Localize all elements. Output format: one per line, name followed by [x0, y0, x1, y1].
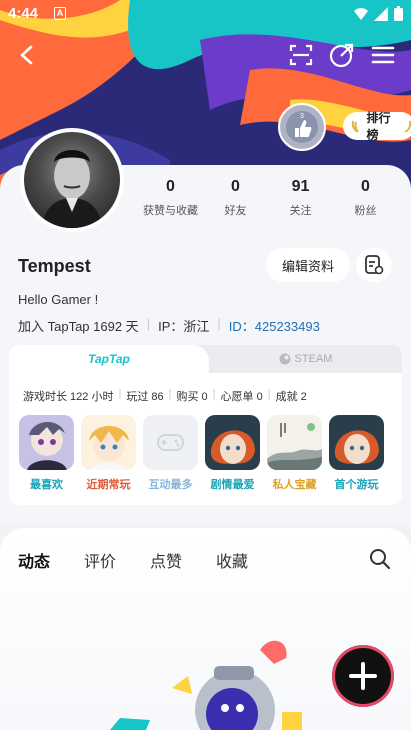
game-label: 互动最多 [148, 479, 193, 491]
game-showcase: 最喜欢 近期常玩 互动最多 剧情最爱 私人宝藏 首个游玩 [19, 415, 384, 492]
tab-reviews[interactable]: 评价 [84, 548, 116, 572]
system-icons [354, 6, 403, 21]
tab-favorites[interactable]: 收藏 [216, 548, 248, 572]
game-recent[interactable]: 近期常玩 [81, 415, 136, 492]
menu-button[interactable] [368, 40, 398, 70]
game-label: 首个游玩 [334, 479, 379, 491]
back-button[interactable] [12, 40, 42, 70]
divider: | [267, 388, 271, 400]
stat-value: 0 [231, 178, 240, 195]
status-time: 4:44 [8, 5, 39, 22]
stat-value: 0 [361, 178, 370, 195]
level-badge[interactable]: 3 [278, 103, 326, 151]
games-panel: TapTap STEAM 游戏时长 122 小时 | 玩过 86 | 购买 0 | 心… [9, 345, 402, 505]
leaderboard-label: 排行榜 [366, 111, 391, 142]
plus-icon [349, 662, 377, 690]
share-icon [329, 43, 354, 68]
stat-value: 0 [166, 178, 175, 195]
scan-icon [289, 44, 313, 66]
thumbs-up-badge-icon: 3 [286, 111, 318, 143]
game-interactive[interactable]: 互动最多 [143, 415, 198, 492]
search-button[interactable] [369, 548, 391, 575]
game-first[interactable]: 首个游玩 [329, 415, 384, 492]
stat-purchased[interactable]: 购买 0 [176, 388, 207, 404]
game-stats: 游戏时长 122 小时 | 玩过 86 | 购买 0 | 心愿单 0 | 成就 2 [23, 388, 307, 404]
game-thumbnail [81, 415, 136, 470]
game-thumbnail [267, 415, 322, 470]
portrait-image [42, 150, 102, 228]
game-favorite[interactable]: 最喜欢 [19, 415, 74, 492]
game-thumbnail [329, 415, 384, 470]
signal-icon [374, 6, 388, 21]
status-bar: 4:44 A [0, 0, 411, 28]
profile-stats: 0 获赞与收藏 0 好友 91 关注 0 粉丝 [138, 178, 398, 218]
steam-icon [279, 353, 291, 365]
platform-tabs: TapTap STEAM [9, 345, 402, 373]
game-treasure[interactable]: 私人宝藏 [267, 415, 322, 492]
svg-text:3: 3 [300, 113, 304, 120]
join-days: 加入 TapTap 1692 天 [18, 319, 139, 334]
feed-tabs: 动态 评价 点赞 收藏 [18, 548, 248, 575]
stat-wishlist[interactable]: 心愿单 0 [221, 388, 263, 404]
chevron-left-icon [20, 45, 33, 65]
game-label: 最喜欢 [30, 479, 63, 491]
game-thumbnail-empty [143, 415, 198, 470]
gamepad-icon [157, 434, 184, 451]
stat-label: 好友 [224, 205, 247, 217]
stat-achievements[interactable]: 成就 2 [276, 388, 307, 404]
laurel-right-icon [404, 120, 411, 132]
laurel-icon [351, 120, 359, 132]
game-label: 剧情最爱 [210, 479, 255, 491]
stat-label: 获赞与收藏 [143, 205, 198, 217]
profile-card-button[interactable] [356, 248, 392, 282]
user-name: Tempest [18, 256, 91, 276]
divider: | [217, 316, 221, 331]
leaderboard-button[interactable]: 排行榜 [343, 111, 411, 142]
avatar[interactable] [20, 128, 124, 232]
tab-taptap[interactable]: TapTap [9, 345, 209, 373]
stat-likes[interactable]: 0 获赞与收藏 [138, 178, 203, 218]
divider: | [118, 388, 122, 400]
scan-button[interactable] [286, 40, 316, 70]
game-story[interactable]: 剧情最爱 [205, 415, 260, 492]
top-nav [0, 36, 411, 76]
stat-label: 粉丝 [354, 205, 377, 217]
ip-location: IP：浙江 [158, 319, 210, 334]
stat-playtime[interactable]: 游戏时长 122 小时 [23, 388, 113, 404]
stat-label: 关注 [289, 205, 312, 217]
stat-following[interactable]: 91 关注 [268, 178, 333, 218]
search-icon [370, 549, 391, 570]
stat-played[interactable]: 玩过 86 [126, 388, 163, 404]
user-bio: Hello Gamer ! [18, 292, 99, 307]
divider: | [146, 316, 151, 331]
id-card-settings-icon [365, 255, 384, 275]
edit-profile-button[interactable]: 编辑资料 [266, 248, 350, 282]
empty-state-mascot [110, 640, 302, 730]
game-thumbnail [205, 415, 260, 470]
user-id[interactable]: ID：425233493 [229, 316, 320, 335]
game-label: 近期常玩 [86, 479, 131, 491]
tab-likes[interactable]: 点赞 [150, 548, 182, 572]
hamburger-icon [371, 46, 395, 64]
stat-followers[interactable]: 0 粉丝 [333, 178, 398, 218]
stat-value: 91 [291, 178, 310, 195]
tab-activity[interactable]: 动态 [18, 548, 51, 575]
user-meta: 加入 TapTap 1692 天 | IP：浙江 | ID：425233493 [18, 316, 320, 335]
steam-label: STEAM [294, 353, 333, 365]
share-button[interactable] [327, 40, 357, 70]
stat-friends[interactable]: 0 好友 [203, 178, 268, 218]
divider: | [212, 388, 216, 400]
game-thumbnail [19, 415, 74, 470]
battery-icon [394, 6, 403, 21]
game-label: 私人宝藏 [272, 479, 317, 491]
tab-steam[interactable]: STEAM [209, 345, 402, 373]
create-post-button[interactable] [332, 645, 394, 707]
wifi-icon [354, 7, 368, 20]
divider: | [168, 388, 172, 400]
avatar-photo [24, 132, 120, 228]
notification-a-icon: A [54, 7, 66, 20]
